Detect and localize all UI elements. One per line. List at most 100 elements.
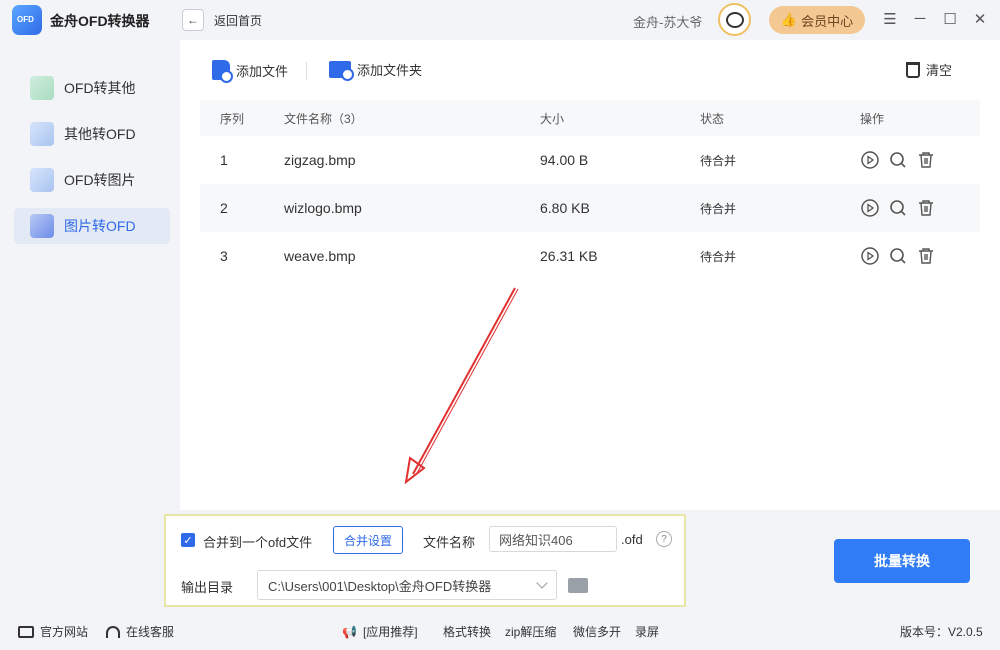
row-state: 待合并	[700, 153, 737, 168]
toolbar-divider	[306, 62, 307, 80]
back-home-link[interactable]: 返回首页	[214, 12, 262, 29]
row-seq: 2	[220, 200, 228, 216]
sidebar-item-label: OFD转其他	[64, 80, 136, 96]
main-panel: 添加文件 添加文件夹 清空 序列 文件名称（3） 大小 状态 操作 1 zigz…	[180, 40, 1000, 510]
user-name: 金舟-苏大爷	[633, 15, 703, 30]
sidebar-item-image-to-ofd[interactable]: 图片转OFD	[14, 208, 170, 244]
sidebar: OFD转其他 其他转OFD OFD转图片 图片转OFD	[0, 40, 180, 610]
footer-link-record[interactable]: 录屏	[635, 623, 659, 640]
thumbs-up-icon: 👍	[780, 12, 798, 27]
panda-avatar-icon	[725, 11, 744, 28]
add-file-button[interactable]: 添加文件	[212, 60, 289, 83]
row-seq: 3	[220, 248, 228, 264]
app-title: 金舟OFD转换器	[50, 13, 150, 29]
image-to-ofd-icon	[30, 214, 54, 238]
arrow-left-icon: ←	[187, 13, 199, 27]
footer: 官方网站 在线客服 📢 [应用推荐] 格式转换 zip解压缩 微信多开 录屏 版…	[0, 615, 1000, 650]
footer-link-zip[interactable]: zip解压缩	[505, 623, 556, 640]
footer-link-wechat[interactable]: 微信多开	[573, 623, 621, 640]
add-folder-label: 添加文件夹	[357, 63, 423, 78]
website-label: 官方网站	[40, 625, 89, 639]
output-path: C:\Users\001\Desktop\金舟OFD转换器	[268, 578, 492, 594]
output-dir-select[interactable]: C:\Users\001\Desktop\金舟OFD转换器	[257, 570, 557, 600]
sidebar-item-ofd-to-other[interactable]: OFD转其他	[14, 70, 170, 106]
sidebar-item-label: 图片转OFD	[64, 218, 136, 234]
row-name: wizlogo.bmp	[284, 200, 362, 216]
app-logo-icon	[12, 5, 42, 35]
sidebar-item-other-to-ofd[interactable]: 其他转OFD	[14, 116, 170, 152]
close-icon[interactable]: ✕	[970, 10, 990, 28]
table-row[interactable]: 1 zigzag.bmp 94.00 B 待合并	[200, 136, 980, 184]
other-to-ofd-icon	[30, 122, 54, 146]
megaphone-icon: 📢	[342, 624, 357, 639]
delete-icon[interactable]	[916, 150, 936, 170]
trash-icon	[906, 61, 920, 78]
add-file-icon	[212, 60, 233, 83]
sidebar-item-label: 其他转OFD	[64, 126, 136, 142]
delete-icon[interactable]	[916, 246, 936, 266]
recommend-label: [应用推荐]	[362, 625, 418, 639]
delete-icon[interactable]	[916, 198, 936, 218]
folder-icon[interactable]	[568, 578, 588, 593]
header-state: 状态	[700, 111, 725, 126]
filename-label: 文件名称	[423, 535, 476, 550]
table-header: 序列 文件名称（3） 大小 状态 操作	[200, 100, 980, 136]
vip-label: 会员中心	[801, 13, 854, 29]
vip-center-button[interactable]: 👍 会员中心	[769, 6, 865, 34]
table-row[interactable]: 2 wizlogo.bmp 6.80 KB 待合并	[200, 184, 980, 232]
sidebar-item-ofd-to-image[interactable]: OFD转图片	[14, 162, 170, 198]
header-name: 文件名称（3）	[284, 111, 363, 126]
row-actions	[860, 150, 936, 170]
merge-checkbox[interactable]: ✓	[181, 533, 195, 547]
filename-input[interactable]	[489, 526, 617, 552]
row-state: 待合并	[700, 201, 737, 216]
header-action: 操作	[860, 111, 885, 126]
back-button[interactable]: ←	[182, 9, 204, 31]
play-icon[interactable]	[860, 246, 880, 266]
clear-button[interactable]: 清空	[906, 60, 952, 79]
file-table: 序列 文件名称（3） 大小 状态 操作 1 zigzag.bmp 94.00 B…	[200, 100, 980, 280]
sidebar-item-label: OFD转图片	[64, 172, 136, 188]
extension-label: .ofd	[621, 532, 643, 547]
add-file-label: 添加文件	[236, 63, 289, 79]
batch-convert-button[interactable]: 批量转换	[834, 539, 970, 583]
ofd-to-image-icon	[30, 168, 54, 192]
row-name: zigzag.bmp	[284, 152, 356, 168]
clear-label: 清空	[926, 63, 953, 78]
avatar[interactable]	[718, 3, 751, 36]
recommend-link[interactable]: 📢 [应用推荐]	[342, 623, 418, 640]
chevron-down-icon	[536, 577, 548, 589]
row-state: 待合并	[700, 249, 737, 264]
row-actions	[860, 198, 936, 218]
row-actions	[860, 246, 936, 266]
headset-icon	[106, 625, 120, 638]
online-support-link[interactable]: 在线客服	[106, 623, 174, 640]
play-icon[interactable]	[860, 198, 880, 218]
search-icon[interactable]	[888, 150, 908, 170]
ofd-to-other-icon	[30, 76, 54, 100]
row-size: 94.00 B	[540, 152, 589, 168]
merge-label: 合并到一个ofd文件	[203, 535, 313, 550]
search-icon[interactable]	[888, 246, 908, 266]
footer-link-format[interactable]: 格式转换	[443, 623, 491, 640]
add-folder-icon	[329, 61, 354, 81]
version-label: 版本号：V2.0.5	[900, 625, 983, 639]
official-website-link[interactable]: 官方网站	[18, 623, 88, 640]
add-folder-button[interactable]: 添加文件夹	[329, 60, 423, 81]
row-size: 6.80 KB	[540, 200, 590, 216]
search-icon[interactable]	[888, 198, 908, 218]
monitor-icon	[18, 625, 34, 638]
support-label: 在线客服	[126, 625, 175, 639]
help-icon[interactable]: ?	[656, 531, 672, 547]
row-seq: 1	[220, 152, 228, 168]
menu-icon[interactable]: ☰	[880, 10, 900, 28]
merge-settings-panel: ✓ 合并到一个ofd文件 合并设置 文件名称 .ofd ? 输出目录 C:\Us…	[164, 514, 686, 607]
minimize-icon[interactable]: ─	[910, 10, 930, 27]
play-icon[interactable]	[860, 150, 880, 170]
header-size: 大小	[540, 111, 565, 126]
maximize-icon[interactable]: ☐	[940, 10, 960, 28]
header-seq: 序列	[220, 111, 245, 126]
merge-settings-button[interactable]: 合并设置	[333, 526, 403, 554]
output-dir-label: 输出目录	[181, 580, 234, 595]
table-row[interactable]: 3 weave.bmp 26.31 KB 待合并	[200, 232, 980, 280]
